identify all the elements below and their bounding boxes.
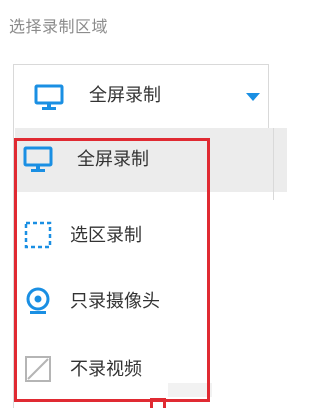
- record-area-panel: 选择录制区域 全屏录制 全屏录制 选区录制 只录摄像头 不录视频: [0, 0, 288, 408]
- monitor-icon: [34, 84, 64, 110]
- option-label: 不录视频: [70, 359, 142, 380]
- dropdown-border: [273, 128, 274, 200]
- option-region[interactable]: 选区录制: [15, 204, 287, 268]
- option-label: 选区录制: [70, 225, 142, 246]
- dashed-square-icon: [24, 221, 52, 249]
- option-webcam[interactable]: 只录摄像头: [15, 270, 287, 334]
- webcam-icon: [26, 287, 50, 314]
- overlay-fragment: [168, 383, 212, 397]
- option-fullscreen[interactable]: 全屏录制: [15, 128, 287, 192]
- no-video-icon: [25, 356, 51, 382]
- select-value: 全屏录制: [89, 85, 161, 106]
- monitor-icon: [23, 146, 53, 172]
- record-area-dropdown: 全屏录制 选区录制 只录摄像头 不录视频: [13, 128, 288, 408]
- section-label: 选择录制区域: [9, 17, 109, 36]
- option-no-video[interactable]: 不录视频: [15, 338, 287, 402]
- record-area-select[interactable]: 全屏录制: [13, 64, 269, 128]
- option-label: 全屏录制: [77, 149, 149, 170]
- option-label: 只录摄像头: [70, 291, 160, 312]
- caret-down-icon[interactable]: [246, 92, 260, 102]
